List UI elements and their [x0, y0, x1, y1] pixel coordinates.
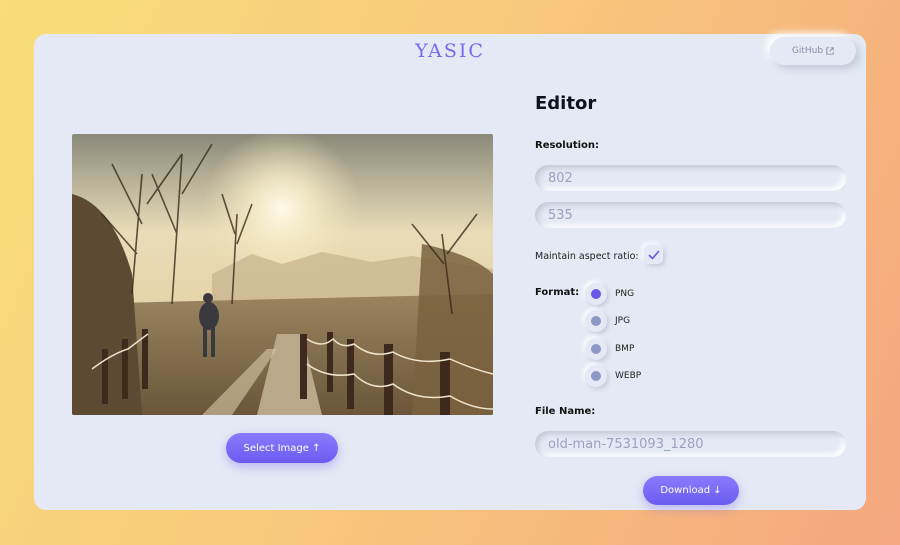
image-preview	[72, 134, 493, 415]
radio-dot	[591, 316, 601, 326]
width-value: 802	[548, 170, 573, 186]
format-label-jpg: JPG	[615, 316, 631, 326]
resolution-label: Resolution:	[535, 140, 600, 151]
format-label-webp: WEBP	[615, 371, 642, 381]
format-radio-bmp[interactable]	[585, 338, 607, 360]
editor-title: Editor	[535, 93, 597, 114]
aspect-ratio-checkbox[interactable]	[644, 245, 663, 264]
aspect-ratio-label: Maintain aspect ratio:	[535, 251, 639, 262]
github-label: GitHub	[791, 46, 824, 56]
filename-label: File Name:	[535, 406, 596, 417]
height-input[interactable]: 535	[535, 202, 846, 228]
select-image-label: Select Image ↑	[243, 442, 321, 454]
app-logo: YASIC	[415, 40, 485, 62]
radio-dot	[591, 371, 601, 381]
format-label-png: PNG	[615, 289, 635, 299]
filename-value: old-man-7531093_1280	[548, 436, 704, 452]
filename-input[interactable]: old-man-7531093_1280	[535, 431, 846, 457]
download-label: Download ↓	[660, 485, 722, 496]
format-radio-webp[interactable]	[585, 365, 607, 387]
preview-photo	[72, 134, 493, 415]
external-link-icon	[826, 47, 834, 55]
height-value: 535	[548, 207, 573, 223]
select-image-button[interactable]: Select Image ↑	[226, 433, 338, 463]
format-radio-png[interactable]	[585, 283, 607, 305]
download-button[interactable]: Download ↓	[643, 476, 739, 505]
app-panel: YASIC GitHub Select Image ↑ Editor Resol…	[34, 34, 866, 510]
format-radio-jpg[interactable]	[585, 310, 607, 332]
github-button[interactable]: GitHub	[770, 37, 856, 65]
checkmark-icon	[647, 249, 660, 260]
format-label-bmp: BMP	[615, 344, 635, 354]
format-label: Format:	[535, 287, 580, 298]
radio-dot	[591, 344, 601, 354]
width-input[interactable]: 802	[535, 165, 846, 191]
radio-dot	[591, 289, 601, 299]
